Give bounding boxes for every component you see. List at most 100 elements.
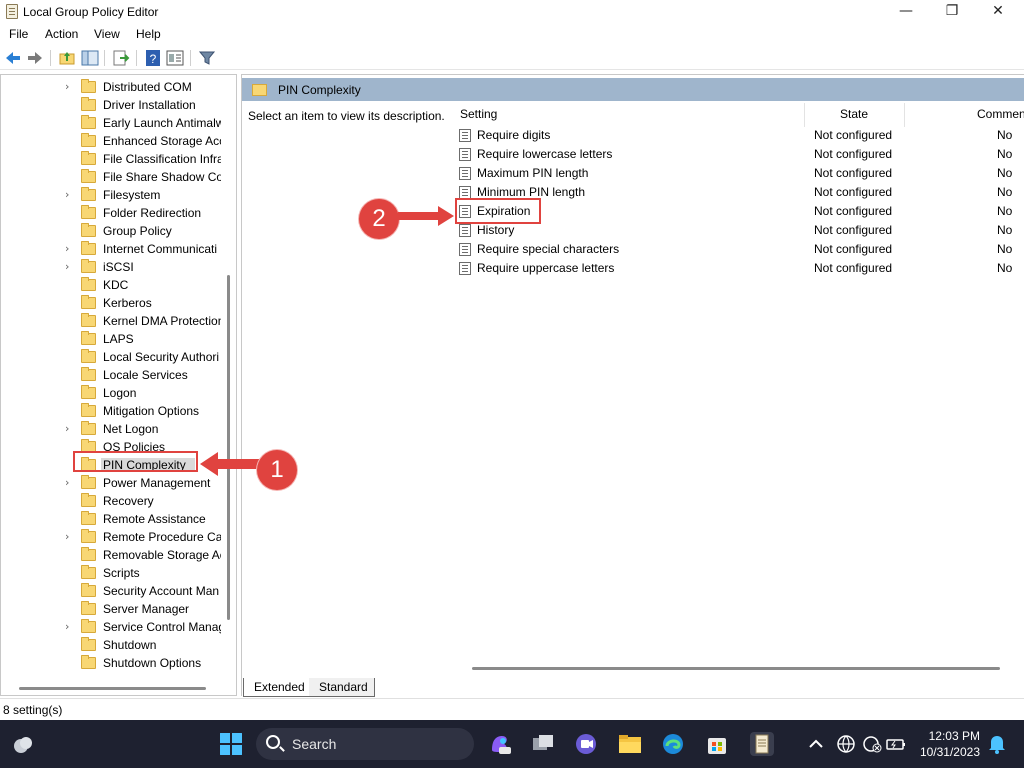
tree-item-label: Driver Installation <box>103 98 196 112</box>
tree-item[interactable]: File Share Shadow Cop <box>1 168 221 186</box>
tree-item[interactable]: Local Security Authori <box>1 348 221 366</box>
tree-item[interactable]: Kerberos <box>1 294 221 312</box>
help-icon[interactable]: ? <box>144 49 162 67</box>
maximize-button[interactable]: ❐ <box>929 0 975 24</box>
filter-icon[interactable] <box>198 49 216 67</box>
chevron-right-icon[interactable]: › <box>65 423 75 435</box>
menu-file[interactable]: File <box>9 27 28 41</box>
tree-item[interactable]: Security Account Man <box>1 582 221 600</box>
folder-icon <box>81 547 96 561</box>
tree-item[interactable]: › Internet Communicati <box>1 240 221 258</box>
chevron-right-icon[interactable]: › <box>65 81 75 93</box>
chevron-up-icon[interactable] <box>804 732 828 756</box>
chevron-right-icon[interactable]: › <box>65 621 75 633</box>
tree-item[interactable]: Early Launch Antimalw <box>1 114 221 132</box>
tree-item[interactable]: Removable Storage Ac <box>1 546 221 564</box>
forward-arrow-icon[interactable] <box>26 49 44 67</box>
chevron-right-icon[interactable]: › <box>65 477 75 489</box>
minimize-button[interactable]: — <box>883 0 929 24</box>
chevron-right-icon[interactable]: › <box>65 261 75 273</box>
tree-item-label: Logon <box>103 386 137 400</box>
tree-item[interactable]: Driver Installation <box>1 96 221 114</box>
setting-comment: No <box>997 223 1013 237</box>
tree-item[interactable]: Shutdown <box>1 636 221 654</box>
clock-time[interactable]: 12:03 PM <box>918 729 980 743</box>
chevron-right-icon[interactable]: › <box>65 189 75 201</box>
tree-item[interactable]: › Net Logon <box>1 420 221 438</box>
network-icon[interactable] <box>860 732 884 756</box>
tree-item-label: KDC <box>103 278 129 292</box>
folder-icon <box>81 169 96 183</box>
tree-item[interactable]: Logon <box>1 384 221 402</box>
setting-state: Not configured <box>814 242 893 256</box>
tree-item[interactable]: File Classification Infra <box>1 150 221 168</box>
tree-item[interactable]: › Service Control Manag <box>1 618 221 636</box>
edge-browser-icon[interactable] <box>661 732 685 756</box>
column-state[interactable]: State <box>840 107 868 121</box>
copilot-icon[interactable] <box>488 732 512 756</box>
teams-chat-icon[interactable] <box>574 732 598 756</box>
folder-icon <box>81 241 96 255</box>
list-horizontal-scrollbar[interactable] <box>472 667 1000 670</box>
setting-row[interactable]: Maximum PIN length Not configured No <box>454 164 1024 183</box>
tree-item[interactable]: › Distributed COM <box>1 78 221 96</box>
taskbar-search-box[interactable]: Search <box>256 728 474 760</box>
tree-item-label: Mitigation Options <box>103 404 200 418</box>
tree-item-label: File Share Shadow Cop <box>103 170 221 184</box>
tree-vertical-scrollbar[interactable] <box>227 275 230 620</box>
tree-item[interactable]: Group Policy <box>1 222 221 240</box>
column-divider[interactable] <box>904 103 905 127</box>
tree-item[interactable]: KDC <box>1 276 221 294</box>
show-hide-tree-icon[interactable] <box>81 49 99 67</box>
group-policy-taskbar-icon[interactable] <box>750 732 774 756</box>
tree-item[interactable]: LAPS <box>1 330 221 348</box>
tree-item[interactable]: Scripts <box>1 564 221 582</box>
column-comment[interactable]: Commen <box>977 107 1024 121</box>
start-windows-icon[interactable] <box>219 732 243 756</box>
tree-item[interactable]: › Remote Procedure Ca <box>1 528 221 546</box>
up-folder-icon[interactable] <box>58 49 76 67</box>
task-view-icon[interactable] <box>531 732 555 756</box>
tree-horizontal-scrollbar[interactable] <box>19 687 206 690</box>
tree-item[interactable]: Locale Services <box>1 366 221 384</box>
tab-extended[interactable]: Extended <box>243 678 311 697</box>
export-list-icon[interactable] <box>112 49 130 67</box>
battery-icon[interactable] <box>884 732 908 756</box>
tree-item[interactable]: Recovery <box>1 492 221 510</box>
setting-row[interactable]: Require uppercase letters Not configured N… <box>454 259 1024 278</box>
tree-item[interactable]: Remote Assistance <box>1 510 221 528</box>
clock-date[interactable]: 10/31/2023 <box>912 745 980 759</box>
folder-icon <box>81 493 96 507</box>
tab-standard[interactable]: Standard <box>309 678 375 697</box>
column-setting[interactable]: Setting <box>460 107 497 121</box>
chevron-right-icon[interactable]: › <box>65 531 75 543</box>
close-button[interactable]: ✕ <box>975 0 1021 24</box>
tree-item[interactable]: Folder Redirection <box>1 204 221 222</box>
notification-bell-icon[interactable] <box>985 732 1009 756</box>
setting-row[interactable]: Require special characters Not configured… <box>454 240 1024 259</box>
tree-item[interactable]: Server Manager <box>1 600 221 618</box>
tree-item[interactable]: Mitigation Options <box>1 402 221 420</box>
folder-icon <box>81 475 96 489</box>
menu-view[interactable]: View <box>94 27 120 41</box>
tree-item[interactable]: › Filesystem <box>1 186 221 204</box>
tree-item[interactable]: Enhanced Storage Acc <box>1 132 221 150</box>
setting-row[interactable]: Require digits Not configured No <box>454 126 1024 145</box>
folder-icon <box>81 565 96 579</box>
tree-pane[interactable]: › Distributed COM Driver Installation Early… <box>0 74 237 696</box>
tree-item[interactable]: Kernel DMA Protection <box>1 312 221 330</box>
properties-icon[interactable] <box>166 49 184 67</box>
setting-row[interactable]: Require lowercase letters Not configured N… <box>454 145 1024 164</box>
menu-action[interactable]: Action <box>45 27 78 41</box>
menu-help[interactable]: Help <box>136 27 161 41</box>
file-explorer-icon[interactable] <box>618 732 642 756</box>
tree-item[interactable]: Shutdown Options <box>1 654 221 672</box>
column-divider[interactable] <box>804 103 805 127</box>
weather-icon[interactable] <box>11 732 35 756</box>
microsoft-store-icon[interactable] <box>705 732 729 756</box>
chevron-right-icon[interactable]: › <box>65 243 75 255</box>
tree-item[interactable]: › iSCSI <box>1 258 221 276</box>
tree-item[interactable]: › Power Management <box>1 474 221 492</box>
globe-icon[interactable] <box>834 732 858 756</box>
back-arrow-icon[interactable] <box>4 49 22 67</box>
